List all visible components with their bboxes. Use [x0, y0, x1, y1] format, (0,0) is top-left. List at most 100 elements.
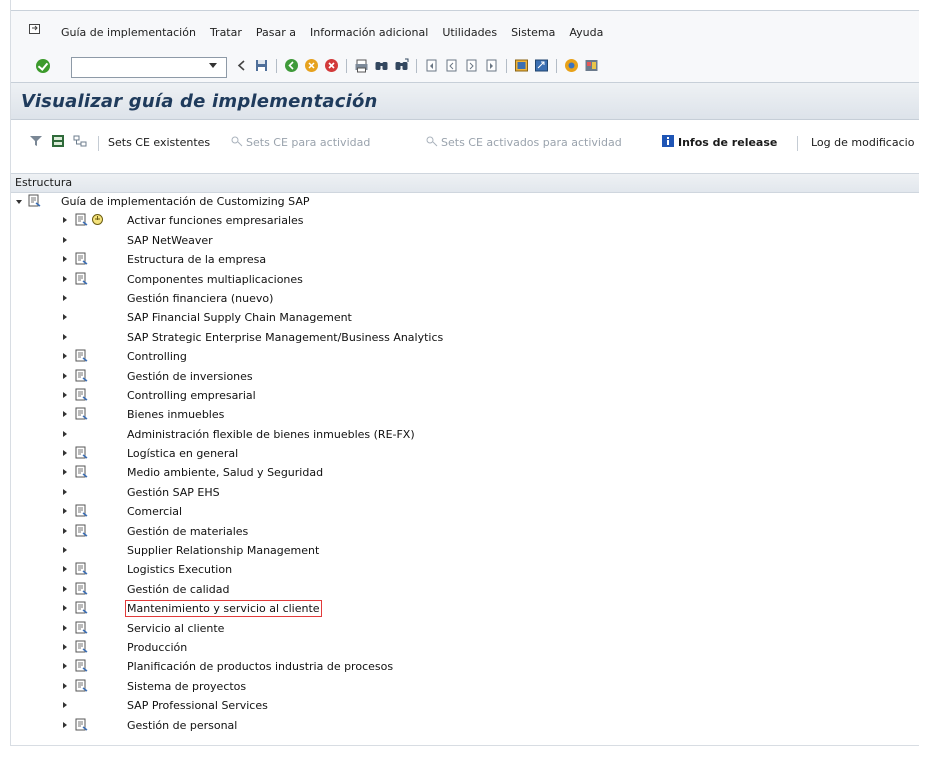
expand-arrow-icon[interactable] [63, 585, 67, 592]
tree-root-label[interactable]: Guía de implementación de Customizing SA… [61, 195, 310, 208]
sets-ce-existentes-button[interactable]: Sets CE existentes [108, 136, 210, 149]
tree-node-label[interactable]: Logística en general [127, 447, 238, 460]
tree-node-label[interactable]: Sistema de proyectos [127, 680, 246, 693]
document-icon[interactable] [75, 407, 88, 421]
tree-node[interactable]: Controlling empresarial [11, 387, 919, 406]
expand-arrow-icon[interactable] [63, 391, 67, 398]
tree-node[interactable]: SAP NetWeaver [11, 232, 919, 251]
tree-node[interactable]: Logistics Execution [11, 561, 919, 580]
document-icon[interactable] [75, 601, 88, 615]
menu-informacion-adicional[interactable]: Información adicional [310, 26, 428, 39]
tree-node-label[interactable]: Administración flexible de bienes inmueb… [127, 428, 415, 441]
expand-arrow-icon[interactable] [63, 430, 67, 437]
log-de-modificaciones-button[interactable]: Log de modificacio [811, 136, 914, 149]
tree-node[interactable]: Gestión de personal [11, 717, 919, 736]
expand-arrow-icon[interactable] [63, 372, 67, 379]
tree-node[interactable]: Bienes inmuebles [11, 406, 919, 425]
tree-node[interactable]: Componentes multiaplicaciones [11, 271, 919, 290]
enter-icon[interactable] [36, 59, 50, 73]
tree-node-label[interactable]: Gestión de inversiones [127, 370, 253, 383]
tree-node[interactable]: Servicio al cliente [11, 620, 919, 639]
expand-arrow-icon[interactable] [63, 721, 67, 728]
tree-node[interactable]: Comercial [11, 503, 919, 522]
menu-ayuda[interactable]: Ayuda [569, 26, 603, 39]
hierarchy-icon[interactable] [73, 134, 87, 148]
tree-node-label[interactable]: Gestión financiera (nuevo) [127, 292, 273, 305]
document-icon[interactable] [75, 504, 88, 518]
tree-node-label[interactable]: SAP Strategic Enterprise Management/Busi… [127, 331, 443, 344]
tree-node-label[interactable]: SAP Professional Services [127, 699, 268, 712]
last-page-icon[interactable] [484, 58, 499, 73]
tree-node[interactable]: Sistema de proyectos [11, 678, 919, 697]
tree-node[interactable]: Controlling [11, 348, 919, 367]
tree-node-label[interactable]: SAP NetWeaver [127, 234, 213, 247]
document-icon[interactable] [75, 582, 88, 596]
document-icon[interactable] [75, 659, 88, 673]
nav-back-icon[interactable] [284, 58, 299, 73]
new-session-icon[interactable] [514, 58, 529, 73]
document-icon[interactable] [75, 640, 88, 654]
find-icon[interactable] [374, 58, 389, 73]
tree-node[interactable]: Mantenimiento y servicio al cliente [11, 600, 919, 619]
expand-arrow-icon[interactable] [63, 527, 67, 534]
tree-node-label[interactable]: Gestión de personal [127, 719, 237, 732]
tree-node[interactable]: SAP Financial Supply Chain Management [11, 309, 919, 328]
activate-function-icon[interactable] [91, 213, 104, 227]
print-icon[interactable] [354, 58, 369, 73]
expand-arrow-icon[interactable] [63, 353, 67, 360]
document-icon[interactable] [75, 388, 88, 402]
tree-node-label[interactable]: Gestión SAP EHS [127, 486, 220, 499]
document-icon[interactable] [75, 718, 88, 732]
tree-node-label[interactable]: Bienes inmuebles [127, 408, 224, 421]
tree-node[interactable]: Gestión SAP EHS [11, 484, 919, 503]
expand-arrow-icon[interactable] [63, 275, 67, 282]
expand-arrow-icon[interactable] [63, 624, 67, 631]
document-icon[interactable] [75, 562, 88, 576]
document-icon[interactable] [28, 194, 41, 208]
tree-node-label[interactable]: Estructura de la empresa [127, 253, 266, 266]
tree-node[interactable]: Logística en general [11, 445, 919, 464]
sets-ce-activados-button[interactable]: Sets CE activados para actividad [441, 136, 622, 149]
prev-page-icon[interactable] [444, 58, 459, 73]
first-page-icon[interactable] [424, 58, 439, 73]
save-icon[interactable] [254, 58, 269, 73]
expand-arrow-icon[interactable] [63, 508, 67, 515]
tree-node[interactable]: Gestión financiera (nuevo) [11, 290, 919, 309]
tree-node-label[interactable]: Gestión de calidad [127, 583, 229, 596]
expand-arrow-icon[interactable] [63, 236, 67, 243]
tree-node[interactable]: Supplier Relationship Management [11, 542, 919, 561]
tree-node-label[interactable]: SAP Financial Supply Chain Management [127, 311, 352, 324]
expand-arrow-icon[interactable] [63, 547, 67, 554]
tree-node[interactable]: Gestión de materiales [11, 523, 919, 542]
menu-utilidades[interactable]: Utilidades [442, 26, 497, 39]
expand-arrow-icon[interactable] [63, 333, 67, 340]
expand-arrow-icon[interactable] [63, 411, 67, 418]
tree-node[interactable]: Gestión de calidad [11, 581, 919, 600]
menu-pasar-a[interactable]: Pasar a [256, 26, 296, 39]
document-icon[interactable] [75, 679, 88, 693]
tree-node-label[interactable]: Componentes multiaplicaciones [127, 273, 303, 286]
expand-arrow-icon[interactable] [63, 256, 67, 263]
filter-icon[interactable] [29, 134, 43, 148]
document-icon[interactable] [75, 446, 88, 460]
tree-node-label[interactable]: Logistics Execution [127, 563, 232, 576]
layout-icon[interactable] [584, 58, 599, 73]
tree-node-label[interactable]: Supplier Relationship Management [127, 544, 319, 557]
expand-arrow-icon[interactable] [63, 566, 67, 573]
tree-node-label[interactable]: Controlling [127, 350, 187, 363]
expand-arrow-icon[interactable] [63, 643, 67, 650]
expand-arrow-icon[interactable] [63, 314, 67, 321]
exit-icon[interactable] [304, 58, 319, 73]
document-icon[interactable] [75, 272, 88, 286]
document-icon[interactable] [75, 621, 88, 635]
document-icon[interactable] [75, 349, 88, 363]
find-next-icon[interactable] [394, 58, 409, 73]
tree-node-label[interactable]: Gestión de materiales [127, 525, 248, 538]
document-icon[interactable] [75, 524, 88, 538]
tree-node[interactable]: Administración flexible de bienes inmueb… [11, 426, 919, 445]
tree-node-label[interactable]: Planificación de productos industria de … [127, 660, 393, 673]
tree-root-row[interactable]: Guía de implementación de Customizing SA… [11, 193, 919, 212]
document-icon[interactable] [75, 369, 88, 383]
tree-node[interactable]: Producción [11, 639, 919, 658]
expand-arrow-icon[interactable] [63, 469, 67, 476]
